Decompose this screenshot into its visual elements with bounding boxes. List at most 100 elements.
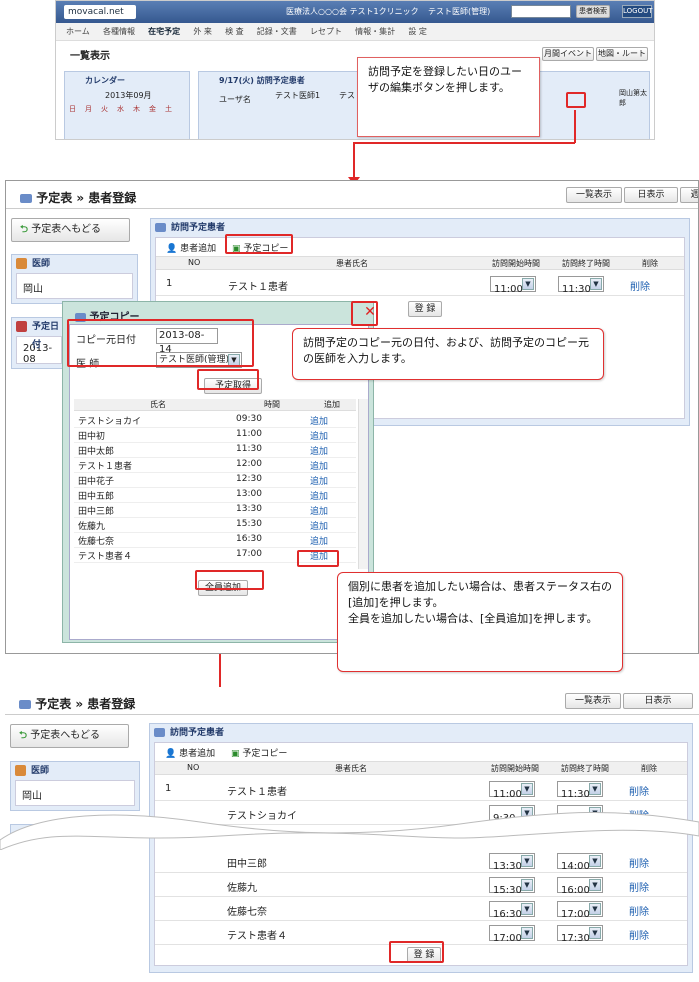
delete-link[interactable]: 削除 xyxy=(629,879,649,894)
dialog-row: 佐藤九 15:30 追加 xyxy=(74,518,356,533)
chevron-down-icon: ▼ xyxy=(589,879,601,891)
add-link[interactable]: 追加 xyxy=(310,474,328,487)
menu-item[interactable]: ホーム xyxy=(66,23,90,41)
delete-link[interactable]: 削除 xyxy=(629,855,649,870)
add-link[interactable]: 追加 xyxy=(310,429,328,442)
dialog-scrollbar[interactable] xyxy=(358,399,368,569)
end-time-select[interactable]: 11:30 ▼ xyxy=(558,276,604,295)
person-add-icon: 👤 xyxy=(166,244,178,254)
tab-day-view[interactable]: 日表示 xyxy=(623,693,693,709)
copy-icon: ▣ xyxy=(231,749,240,759)
end-time-select[interactable]: 16:00 ▼ xyxy=(557,877,603,896)
doctor-title: 医師 xyxy=(11,762,139,780)
end-time-select[interactable]: 14:00 ▼ xyxy=(557,853,603,872)
add-patient-button[interactable]: 👤 患者追加 xyxy=(166,241,216,254)
start-time-select[interactable]: 16:30 ▼ xyxy=(489,901,535,920)
start-time-select[interactable]: 11:00 ▼ xyxy=(490,276,536,295)
calendar-month: 2013年09月 xyxy=(105,91,152,100)
add-link[interactable]: 追加 xyxy=(310,504,328,517)
end-time-select[interactable]: 17:00 ▼ xyxy=(557,901,603,920)
patient-name: 田中五郎 xyxy=(78,492,115,502)
delete-link[interactable]: 削除 xyxy=(629,783,649,798)
patients-body: 👤 患者追加 ▣ 予定コピー NO 患者氏名 訪問開始時間 訪問終了時間 削除 … xyxy=(154,742,688,966)
window-icon xyxy=(154,728,165,737)
menu-item[interactable]: 記録・文書 xyxy=(257,23,297,41)
patient-name: 田中三郎 xyxy=(227,859,267,870)
start-time-select[interactable]: 15:30 ▼ xyxy=(489,877,535,896)
row-no: 1 xyxy=(165,783,172,794)
tab-week-view[interactable]: 週 xyxy=(680,187,698,203)
chevron-down-icon: ▼ xyxy=(589,927,601,939)
patient-time: 16:30 xyxy=(236,534,262,544)
screenshot-top: movacal.net 医療法人○○○会 テスト1クリニック テスト医師(管理)… xyxy=(55,0,655,140)
start-time-select[interactable]: 11:00 ▼ xyxy=(489,781,535,800)
menu-item[interactable]: 検 査 xyxy=(225,23,244,41)
table-row: 佐藤九 15:30 ▼ 16:00 ▼ 削除 xyxy=(155,873,687,897)
patient-time: 17:00 xyxy=(236,549,262,559)
main-menu: ホーム 各種情報 在宅予定 外 来 検 査 記録・文書 レセプト 情報・集計 設… xyxy=(56,23,654,41)
chevron-down-icon: ▼ xyxy=(521,783,533,795)
dialog-row: 田中三郎 13:30 追加 xyxy=(74,503,356,518)
patient-name: テストショカイ xyxy=(78,417,142,427)
menu-item[interactable]: 在宅予定 xyxy=(148,23,180,41)
search-input[interactable] xyxy=(511,5,571,18)
tab-day-view[interactable]: 日表示 xyxy=(624,187,678,203)
close-highlight xyxy=(351,301,378,326)
end-time-select[interactable]: 17:30 ▼ xyxy=(557,925,603,944)
add-link[interactable]: 追加 xyxy=(310,459,328,472)
dialog-row: テストショカイ 09:30 追加 xyxy=(74,413,356,428)
doctor-panel: 医師 岡山 xyxy=(11,254,138,304)
back-arrow-icon: ⮌ xyxy=(20,224,29,235)
page-title: 予定表 » 患者登録 xyxy=(19,695,135,712)
menu-item[interactable]: 設 定 xyxy=(408,23,427,41)
chevron-down-icon: ▼ xyxy=(590,278,602,290)
patient-time: 11:00 xyxy=(236,429,262,439)
window-icon xyxy=(19,700,31,709)
menu-item[interactable]: 各種情報 xyxy=(103,23,135,41)
col-user: ユーザ名 xyxy=(219,95,251,104)
start-time-select[interactable]: 17:00 ▼ xyxy=(489,925,535,944)
menu-item[interactable]: 外 来 xyxy=(193,23,212,41)
add-link[interactable]: 追加 xyxy=(310,444,328,457)
back-to-schedule-button[interactable]: ⮌ 予定表へもどる xyxy=(11,218,130,242)
copy-schedule-highlight xyxy=(225,234,293,254)
patient-time: 09:30 xyxy=(236,414,262,424)
end-time-select[interactable]: 11:30 ▼ xyxy=(557,781,603,800)
register-button[interactable]: 登 録 xyxy=(408,301,442,317)
current-user: テスト医師(管理) xyxy=(428,7,491,16)
doctor-title: 医師 xyxy=(12,255,137,273)
add-link[interactable]: 追加 xyxy=(310,489,328,502)
add-link[interactable]: 追加 xyxy=(310,534,328,547)
divider xyxy=(6,208,698,209)
delete-link[interactable]: 削除 xyxy=(630,278,650,293)
menu-item[interactable]: レセプト xyxy=(310,23,342,41)
edit-button-highlight[interactable] xyxy=(566,92,586,108)
menu-item[interactable]: 情報・集計 xyxy=(355,23,395,41)
map-route-button[interactable]: 地図・ルート xyxy=(596,47,648,61)
chevron-down-icon: ▼ xyxy=(522,278,534,290)
dialog-row: 田中初 11:00 追加 xyxy=(74,428,356,443)
patient-search-button[interactable]: 患者検索 xyxy=(576,5,610,18)
delete-link[interactable]: 削除 xyxy=(629,903,649,918)
logout-button[interactable]: LOGOUT xyxy=(622,5,653,18)
dialog-row: 佐藤七奈 16:30 追加 xyxy=(74,533,356,548)
chevron-down-icon: ▼ xyxy=(521,855,533,867)
copy-schedule-button[interactable]: ▣ 予定コピー xyxy=(231,746,287,759)
tab-list-view[interactable]: 一覧表示 xyxy=(566,187,622,203)
add-link[interactable]: 追加 xyxy=(310,414,328,427)
patient-time: 13:30 xyxy=(236,504,262,514)
table-header: NO 患者氏名 訪問開始時間 訪問終了時間 削除 xyxy=(156,256,684,270)
dialog-row: 田中太郎 11:30 追加 xyxy=(74,443,356,458)
delete-link[interactable]: 削除 xyxy=(629,927,649,942)
tab-list-view[interactable]: 一覧表示 xyxy=(565,693,621,709)
doctor-icon xyxy=(15,765,26,776)
register-highlight xyxy=(389,941,444,963)
patient-name: テスト患者４ xyxy=(78,552,133,562)
add-link[interactable]: 追加 xyxy=(310,519,328,532)
back-to-schedule-button[interactable]: ⮌ 予定表へもどる xyxy=(10,724,129,748)
start-time-select[interactable]: 13:30 ▼ xyxy=(489,853,535,872)
add-patient-button[interactable]: 👤 患者追加 xyxy=(165,746,215,759)
callout-copy-inputs: 訪問予定のコピー元の日付、および、訪問予定のコピー元の医師を入力します。 xyxy=(292,328,604,380)
patient-name: 佐藤九 xyxy=(78,522,106,532)
monthly-events-button[interactable]: 月間イベント xyxy=(542,47,594,61)
